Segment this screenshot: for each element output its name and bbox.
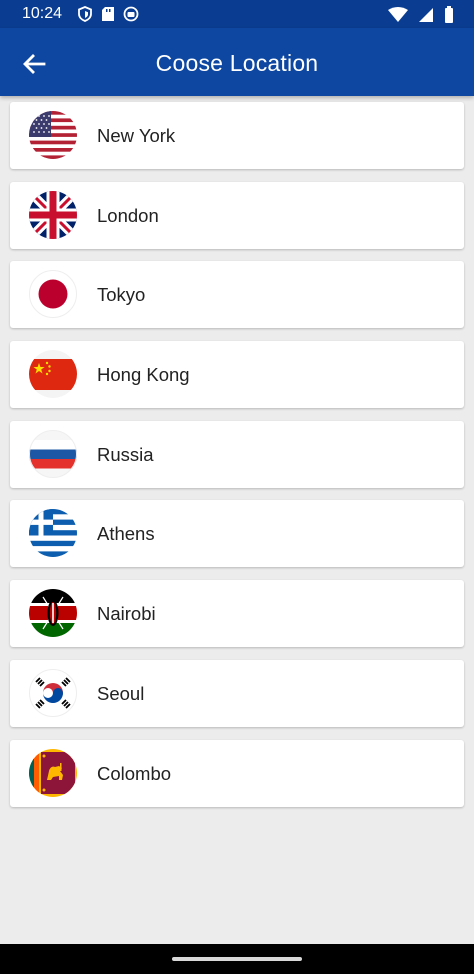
app-bar: Coose Location <box>0 28 474 96</box>
location-name: Nairobi <box>97 603 156 625</box>
location-item-seoul[interactable]: Seoul <box>10 659 464 727</box>
battery-icon <box>444 6 454 28</box>
sri-lanka-flag-icon <box>29 748 77 797</box>
page-title: Coose Location <box>155 50 319 76</box>
location-item-athens[interactable]: Athens <box>10 500 464 568</box>
location-name: Russia <box>97 443 154 465</box>
location-name: London <box>97 204 159 226</box>
location-item-colombo[interactable]: Colombo <box>10 739 464 807</box>
status-time: 10:24 <box>22 5 63 22</box>
location-name: Colombo <box>97 762 172 784</box>
location-name: Tokyo <box>97 284 146 306</box>
japan-flag-icon <box>29 270 77 319</box>
location-item-london[interactable]: London <box>10 181 464 249</box>
location-name: Seoul <box>97 682 145 704</box>
location-item-nairobi[interactable]: Nairobi <box>10 580 464 648</box>
kenya-flag-icon <box>29 589 77 638</box>
navigation-bar <box>0 944 474 974</box>
sync-icon <box>123 6 139 27</box>
russia-flag-icon <box>29 429 77 478</box>
location-item-hong-kong[interactable]: Hong Kong <box>10 341 464 409</box>
us-flag-icon <box>29 111 77 159</box>
location-list: New York London Tokyo Hong Kong Russia A… <box>10 102 464 819</box>
location-name: New York <box>97 125 176 146</box>
location-item-new-york[interactable]: New York <box>10 102 464 169</box>
location-item-tokyo[interactable]: Tokyo <box>10 261 464 329</box>
wifi-icon <box>388 6 408 28</box>
greece-flag-icon <box>29 509 77 558</box>
shield-icon <box>77 6 93 27</box>
korea-flag-icon <box>29 668 77 717</box>
home-gesture-handle[interactable] <box>172 957 302 961</box>
location-name: Hong Kong <box>97 364 190 386</box>
location-item-russia[interactable]: Russia <box>10 420 464 488</box>
china-flag-icon <box>29 350 77 399</box>
status-bar: 10:24 <box>0 0 474 28</box>
uk-flag-icon <box>29 190 77 239</box>
signal-icon <box>418 7 434 28</box>
location-name: Athens <box>97 523 155 545</box>
sd-card-icon <box>101 6 115 27</box>
